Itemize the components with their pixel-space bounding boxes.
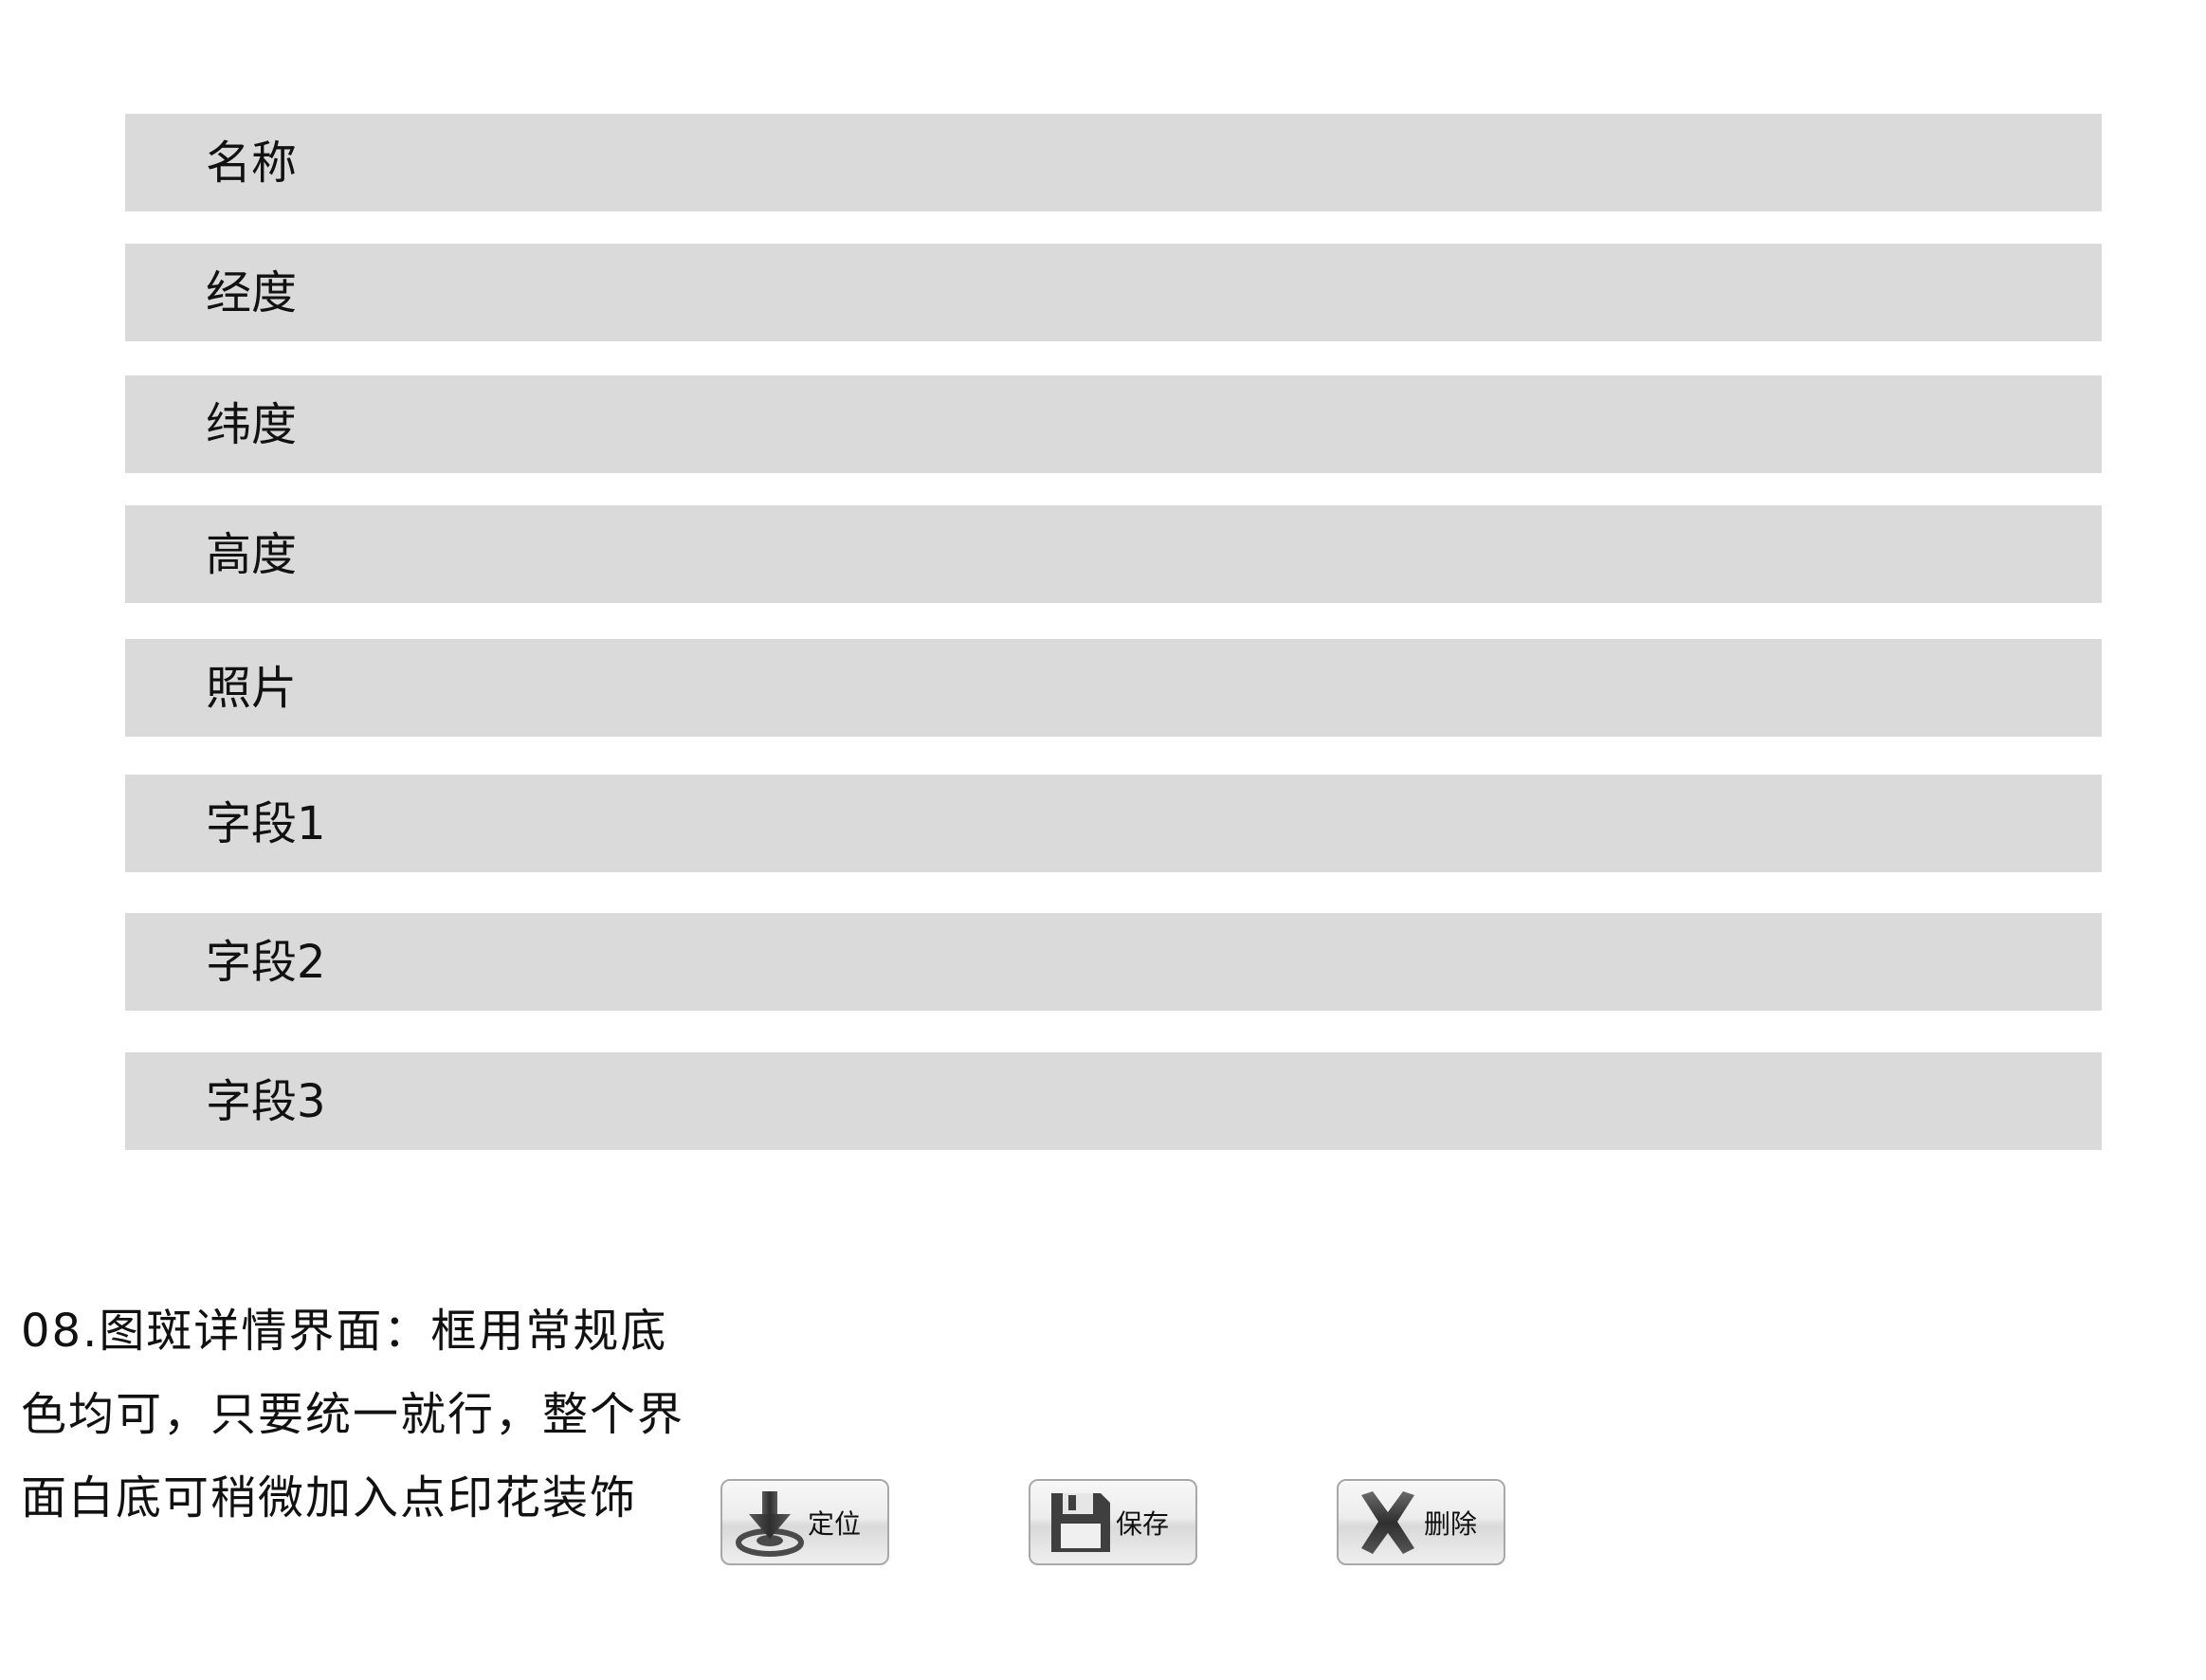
field-row-field1[interactable]: 字段1 <box>125 775 2102 872</box>
field-label: 字段2 <box>206 935 326 989</box>
save-button-label: 保存 <box>1116 1507 1170 1540</box>
field-label: 照片 <box>206 661 298 715</box>
locate-button[interactable]: 定位 <box>720 1479 889 1565</box>
delete-button[interactable]: 删除 <box>1337 1479 1505 1565</box>
field-row-latitude[interactable]: 纬度 <box>125 375 2102 473</box>
field-row-longitude[interactable]: 经度 <box>125 244 2102 341</box>
field-row-name[interactable]: 名称 <box>125 114 2102 211</box>
field-label: 高度 <box>206 527 298 581</box>
field-row-photo[interactable]: 照片 <box>125 639 2102 737</box>
field-row-field3[interactable]: 字段3 <box>125 1052 2102 1150</box>
field-label: 纬度 <box>206 397 298 451</box>
design-note-line: 色均可，只要统一就行，整个界 <box>21 1388 685 1441</box>
floppy-disk-icon <box>1051 1492 1110 1552</box>
save-button[interactable]: 保存 <box>1029 1479 1197 1565</box>
field-label: 经度 <box>206 265 298 320</box>
delete-button-label: 删除 <box>1424 1507 1478 1540</box>
locate-download-icon <box>736 1490 804 1557</box>
design-note: 08.图斑详情界面：框用常规底 色均可，只要统一就行，整个界 面白底可稍微加入点… <box>21 1289 722 1540</box>
design-note-line: 面白底可稍微加入点印花装饰 <box>21 1471 638 1525</box>
field-label: 名称 <box>206 136 298 190</box>
field-row-altitude[interactable]: 高度 <box>125 505 2102 603</box>
field-label: 字段1 <box>206 796 326 850</box>
locate-button-label: 定位 <box>808 1507 862 1540</box>
design-note-line: 08.图斑详情界面：框用常规底 <box>21 1305 668 1358</box>
field-label: 字段3 <box>206 1074 326 1128</box>
field-row-field2[interactable]: 字段2 <box>125 913 2102 1011</box>
x-close-icon <box>1361 1490 1414 1554</box>
